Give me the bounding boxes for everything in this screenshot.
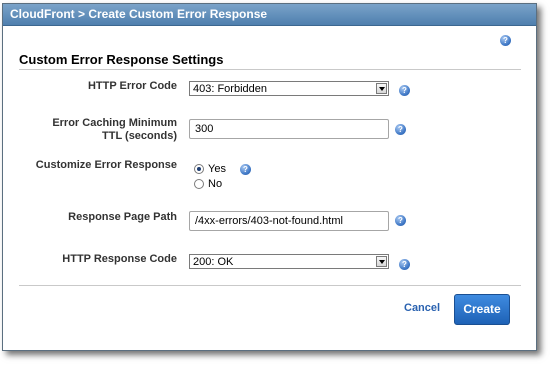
http-error-code-label: HTTP Error Code — [87, 80, 177, 92]
customize-error-response-no-radio[interactable]: No — [194, 178, 234, 192]
section-title: Custom Error Response Settings — [19, 52, 224, 67]
http-response-code-select[interactable]: 200: OK — [189, 254, 389, 269]
help-icon[interactable]: ? — [399, 85, 410, 96]
http-response-code-label: HTTP Response Code — [62, 253, 177, 265]
create-custom-error-response-dialog: CloudFront > Create Custom Error Respons… — [2, 3, 537, 351]
dialog-titlebar: CloudFront > Create Custom Error Respons… — [3, 4, 536, 26]
help-icon[interactable]: ? — [395, 215, 406, 226]
help-icon[interactable]: ? — [395, 124, 406, 135]
help-icon[interactable]: ? — [240, 164, 251, 175]
customize-error-response-label: Customize Error Response — [35, 159, 177, 171]
response-page-path-input[interactable]: /4xx-errors/403-not-found.html — [189, 211, 389, 231]
error-caching-ttl-label-line1: Error Caching Minimum — [52, 117, 177, 129]
error-caching-ttl-label: Error Caching Minimum TTL (seconds) — [19, 117, 177, 143]
create-button[interactable]: Create — [454, 294, 510, 325]
error-caching-ttl-label-line2: TTL (seconds) — [102, 130, 177, 142]
radio-selected-icon[interactable] — [194, 164, 204, 174]
help-icon[interactable]: ? — [399, 259, 410, 270]
http-error-code-value: 403: Forbidden — [193, 83, 267, 95]
radio-no-label: No — [208, 178, 223, 190]
response-page-path-value: /4xx-errors/403-not-found.html — [195, 215, 343, 227]
help-icon[interactable]: ? — [500, 35, 511, 46]
dialog-breadcrumb: CloudFront > Create Custom Error Respons… — [10, 7, 268, 21]
footer-divider — [19, 285, 521, 286]
radio-unselected-icon[interactable] — [194, 179, 204, 189]
chevron-down-icon[interactable] — [376, 256, 387, 267]
radio-yes-label: Yes — [208, 163, 226, 175]
chevron-down-icon[interactable] — [376, 83, 387, 94]
customize-error-response-yes-radio[interactable]: Yes — [194, 163, 234, 177]
response-page-path-label: Response Page Path — [68, 211, 177, 223]
http-response-code-value: 200: OK — [193, 256, 234, 268]
cancel-button[interactable]: Cancel — [404, 302, 440, 314]
error-caching-ttl-value: 300 — [195, 123, 214, 135]
section-title-divider — [19, 69, 521, 70]
error-caching-ttl-input[interactable]: 300 — [189, 119, 389, 139]
http-error-code-select[interactable]: 403: Forbidden — [189, 81, 389, 96]
